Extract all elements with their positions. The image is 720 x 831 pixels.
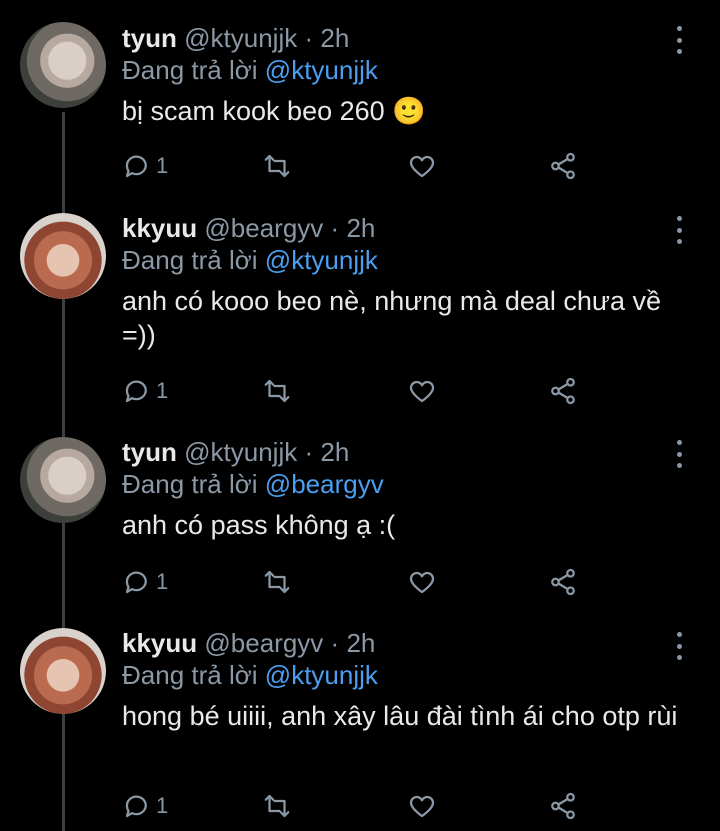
replying-to: Đang trả lời @ktyunjjk <box>122 54 680 86</box>
share-button[interactable] <box>548 790 578 822</box>
timestamp[interactable]: 2h <box>346 628 375 658</box>
reply-count: 1 <box>156 378 169 403</box>
mention-link[interactable]: @beargyv <box>265 469 384 499</box>
share-button[interactable] <box>548 375 578 407</box>
separator: · <box>330 213 340 243</box>
reply-button[interactable]: 1 <box>122 150 168 182</box>
retweet-icon <box>264 154 290 178</box>
heart-icon <box>409 795 435 818</box>
avatar[interactable] <box>20 437 106 523</box>
tweet-actions: 1 <box>122 375 582 407</box>
replying-to: Đang trả lời @beargyv <box>122 468 680 500</box>
display-name[interactable]: kkyuu <box>122 213 197 243</box>
reply-button[interactable]: 1 <box>122 375 168 407</box>
timestamp[interactable]: 2h <box>346 213 375 243</box>
retweet-button[interactable] <box>262 375 292 407</box>
share-button[interactable] <box>548 566 578 598</box>
avatar[interactable] <box>20 628 106 714</box>
more-options-icon[interactable] <box>674 440 684 468</box>
tweet-header: tyun @ktyunjjk · 2h <box>122 22 680 54</box>
replying-to-label: Đang trả lời <box>122 660 258 690</box>
more-options-icon[interactable] <box>674 216 684 244</box>
tweet-actions: 1 <box>122 790 582 822</box>
tweet-header: kkyuu @beargyv · 2h <box>122 627 680 659</box>
more-options-icon[interactable] <box>674 26 684 54</box>
display-name[interactable]: kkyuu <box>122 628 197 658</box>
reply-count: 1 <box>156 153 169 178</box>
reply-count: 1 <box>156 569 169 594</box>
tweet-text: bị scam kook beo 260 🙂 <box>122 96 426 126</box>
avatar[interactable] <box>20 22 106 108</box>
reply-icon <box>125 155 147 178</box>
like-button[interactable] <box>407 150 437 182</box>
replying-to: Đang trả lời @ktyunjjk <box>122 659 680 691</box>
tweet-actions: 1 <box>122 566 582 598</box>
tweet-header: kkyuu @beargyv · 2h <box>122 212 680 244</box>
timestamp[interactable]: 2h <box>320 23 349 53</box>
retweet-icon <box>264 794 290 818</box>
user-handle[interactable]: @ktyunjjk <box>184 23 297 53</box>
replying-to-label: Đang trả lời <box>122 245 258 275</box>
like-button[interactable] <box>407 375 437 407</box>
mention-link[interactable]: @ktyunjjk <box>265 660 378 690</box>
reply-button[interactable]: 1 <box>122 790 168 822</box>
share-icon <box>551 792 575 820</box>
replying-to-label: Đang trả lời <box>122 55 258 85</box>
tweet-text: hong bé uiiii, anh xây lâu đài tình ái c… <box>122 701 678 731</box>
reply-count: 1 <box>156 793 169 818</box>
share-icon <box>551 377 575 405</box>
avatar[interactable] <box>20 213 106 299</box>
retweet-icon <box>264 570 290 594</box>
share-button[interactable] <box>548 150 578 182</box>
retweet-button[interactable] <box>262 566 292 598</box>
retweet-icon <box>264 379 290 403</box>
display-name[interactable]: tyun <box>122 437 177 467</box>
more-options-icon[interactable] <box>674 632 684 660</box>
mention-link[interactable]: @ktyunjjk <box>265 245 378 275</box>
tweet-text: anh có pass không ạ :( <box>122 510 396 540</box>
retweet-button[interactable] <box>262 150 292 182</box>
timestamp[interactable]: 2h <box>320 437 349 467</box>
share-icon <box>551 152 575 180</box>
mention-link[interactable]: @ktyunjjk <box>265 55 378 85</box>
heart-icon <box>409 155 435 178</box>
share-icon <box>551 568 575 596</box>
reply-icon <box>125 795 147 818</box>
reply-thread: tyun @ktyunjjk · 2h Đang trả lời @ktyunj… <box>0 0 720 831</box>
separator: · <box>304 437 314 467</box>
user-handle[interactable]: @beargyv <box>204 213 323 243</box>
heart-icon <box>409 380 435 403</box>
like-button[interactable] <box>407 790 437 822</box>
reply-icon <box>125 571 147 594</box>
user-handle[interactable]: @ktyunjjk <box>184 437 297 467</box>
tweet-header: tyun @ktyunjjk · 2h <box>122 436 680 468</box>
tweet-text: anh có kooo beo nè, nhưng mà deal chưa v… <box>122 286 662 350</box>
separator: · <box>330 628 340 658</box>
retweet-button[interactable] <box>262 790 292 822</box>
tweet-actions: 1 <box>122 150 582 182</box>
replying-to-label: Đang trả lời <box>122 469 258 499</box>
like-button[interactable] <box>407 566 437 598</box>
replying-to: Đang trả lời @ktyunjjk <box>122 244 680 276</box>
reply-button[interactable]: 1 <box>122 566 168 598</box>
reply-icon <box>125 380 147 403</box>
user-handle[interactable]: @beargyv <box>204 628 323 658</box>
display-name[interactable]: tyun <box>122 23 177 53</box>
heart-icon <box>409 571 435 594</box>
separator: · <box>304 23 314 53</box>
